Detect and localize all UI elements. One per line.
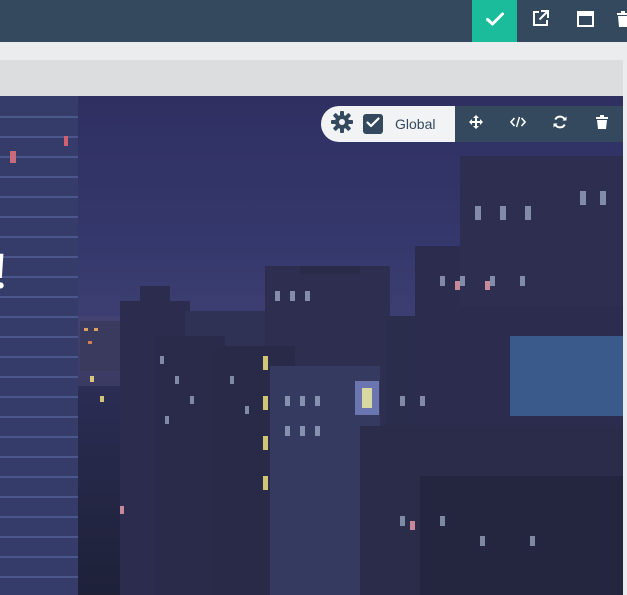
toolbar-empty-area (0, 0, 472, 42)
move-button[interactable] (455, 106, 497, 142)
external-link-icon (532, 10, 549, 32)
trash-icon (616, 10, 627, 32)
module-actions-group (455, 106, 623, 142)
refresh-button[interactable] (539, 106, 581, 142)
global-checkbox[interactable] (363, 114, 383, 134)
refresh-icon (553, 115, 567, 134)
open-external-button[interactable] (517, 0, 563, 42)
preview-window-button[interactable] (563, 0, 607, 42)
move-icon (469, 114, 483, 134)
gear-icon (331, 110, 353, 138)
canvas-right-edge (623, 60, 627, 595)
delete-page-button[interactable] (607, 0, 627, 42)
checkmark-icon (366, 115, 380, 133)
check-icon (485, 12, 504, 31)
toolbar-gap (0, 42, 627, 60)
city-skyline-image (0, 96, 623, 595)
global-label[interactable]: Global (395, 106, 435, 142)
code-button[interactable] (497, 106, 539, 142)
save-button[interactable] (472, 0, 517, 42)
module-toolbar: Global (321, 106, 623, 142)
hero-background-image: ! (0, 96, 623, 595)
delete-module-button[interactable] (581, 106, 623, 142)
module-settings-group: Global (321, 106, 455, 142)
hero-heading: ! (0, 246, 9, 298)
trash-icon (596, 114, 608, 134)
section-header-bar (0, 60, 623, 96)
top-toolbar (0, 0, 627, 42)
window-icon (576, 10, 594, 32)
code-icon (509, 115, 527, 133)
settings-button[interactable] (330, 110, 354, 138)
